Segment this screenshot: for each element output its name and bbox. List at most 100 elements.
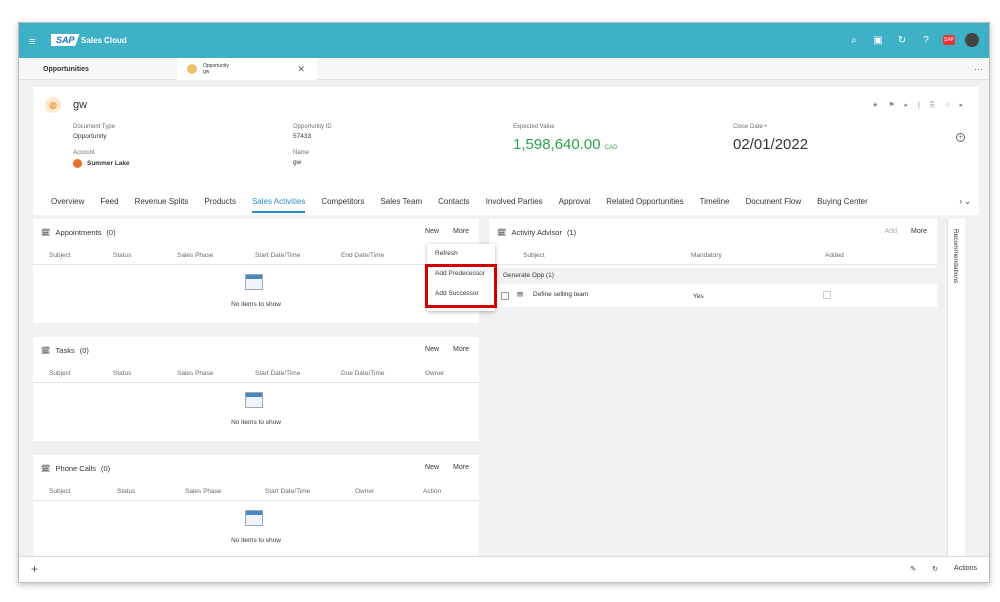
group-row[interactable]: Generate Opp (1)	[489, 268, 937, 284]
sap-logo: SAP	[51, 34, 80, 46]
account-field: Account Summer Lake	[73, 150, 130, 168]
tab-contacts[interactable]: Contacts	[438, 191, 470, 213]
col-status[interactable]: Status	[113, 252, 131, 259]
recommendations-panel[interactable]: Recommendations	[947, 219, 965, 559]
more-button[interactable]: More	[453, 464, 469, 471]
close-icon[interactable]: ✕	[297, 64, 305, 75]
col-subject[interactable]: Subject	[49, 488, 71, 495]
notification-icon[interactable]: SAP	[943, 35, 955, 45]
phone-icon: 🗓	[41, 464, 51, 473]
app-title: Sales Cloud	[81, 36, 127, 45]
more-button[interactable]: More	[453, 228, 469, 235]
section-tabs: Overview Feed Revenue Splits Products Sales …	[33, 191, 979, 213]
help-icon[interactable]: ?	[919, 33, 933, 47]
calendar-icon	[245, 392, 263, 408]
col-owner[interactable]: Owner	[355, 488, 374, 495]
add-icon[interactable]: +	[31, 562, 38, 576]
col-due[interactable]: Due Date/Time	[341, 370, 384, 377]
hamburger-icon[interactable]: ≡	[29, 36, 35, 48]
footer-bar: + ✎ ↻ Actions	[19, 556, 989, 582]
table-header: Subject Status Sales Phase Start Date/Ti…	[33, 247, 479, 265]
user-avatar[interactable]	[965, 33, 979, 47]
col-subject[interactable]: Subject	[49, 252, 71, 259]
col-status[interactable]: Status	[117, 488, 135, 495]
tab-buying-center[interactable]: Buying Center	[817, 191, 868, 213]
activity-advisor-card: 🗓 Activity Advisor (1) Add More Subject Man…	[489, 219, 937, 307]
actions-button[interactable]: Actions	[954, 565, 977, 573]
name-field: Name gw	[293, 150, 310, 166]
table-header: Subject Mandatory Added	[489, 247, 937, 265]
more-button[interactable]: More	[453, 346, 469, 353]
card-title: Activity Advisor	[511, 228, 562, 237]
more-tabs-icon[interactable]: ···	[974, 64, 983, 74]
col-added[interactable]: Added	[825, 252, 844, 259]
add-button[interactable]: Add	[885, 228, 897, 235]
chevron-icon[interactable]: › ⌄	[959, 191, 971, 213]
more-button[interactable]: More	[911, 228, 927, 235]
tab-overview[interactable]: Overview	[51, 191, 84, 213]
table-header: Subject Status Sales Phase Start Date/Ti…	[33, 365, 479, 383]
tab-approval[interactable]: Approval	[559, 191, 591, 213]
tab-competitors[interactable]: Competitors	[321, 191, 364, 213]
tab-revenue-splits[interactable]: Revenue Splits	[135, 191, 189, 213]
col-start[interactable]: Start Date/Time	[255, 370, 300, 377]
col-sales-phase[interactable]: Sales Phase	[177, 370, 214, 377]
new-button[interactable]: New	[425, 464, 439, 471]
tab-feed[interactable]: Feed	[100, 191, 118, 213]
tab-name: gw	[203, 69, 210, 75]
tasks-card: 🗓 Tasks (0) New More Subject Status Sales P…	[33, 337, 479, 441]
search-icon[interactable]: ⌕	[847, 33, 861, 47]
col-action[interactable]: Action	[423, 488, 441, 495]
doc-type-field: Document Type Opportunity	[73, 124, 115, 140]
appointments-card: 🗓 Appointments (0) New More Subject Status …	[33, 219, 479, 323]
table-row[interactable]: ▤ Define selling team Yes	[489, 285, 937, 307]
tab-sales-team[interactable]: Sales Team	[380, 191, 422, 213]
feed-icon[interactable]: ▣	[871, 33, 885, 47]
object-header: ◍ gw ★ ⚑ ▸ | ⎘ ○ ▸ Document Type Opportu…	[33, 87, 979, 215]
shell-bar: ≡ SAP Sales Cloud ⌕ ▣ ↻ ? SAP	[19, 23, 989, 58]
card-title: Phone Calls	[55, 464, 96, 473]
col-end[interactable]: End Date/Time	[341, 252, 384, 259]
tab-timeline[interactable]: Timeline	[700, 191, 730, 213]
opp-id-field: Opportunity ID 57433	[293, 124, 332, 140]
added-checkbox	[823, 291, 831, 299]
new-button[interactable]: New	[425, 228, 439, 235]
refresh-icon[interactable]: ↻	[932, 565, 938, 573]
empty-message: No items to show	[231, 537, 281, 544]
col-start[interactable]: Start Date/Time	[255, 252, 300, 259]
history-icon[interactable]: ↻	[895, 33, 909, 47]
col-mandatory[interactable]: Mandatory	[691, 252, 722, 259]
tab-opportunities[interactable]: Opportunities	[19, 58, 177, 80]
tab-opportunity-gw[interactable]: Opportunity gw ✕	[177, 58, 317, 80]
row-checkbox[interactable]	[501, 292, 509, 300]
col-start[interactable]: Start Date/Time	[265, 488, 310, 495]
menu-item-refresh[interactable]: Refresh	[427, 244, 495, 264]
col-sales-phase[interactable]: Sales Phase	[185, 488, 222, 495]
row-subject: Define selling team	[533, 291, 589, 298]
recommendations-label: Recommendations	[952, 229, 959, 284]
header-actions-icon[interactable]: ★ ⚑ ▸ | ⎘ ○ ▸	[872, 101, 967, 110]
col-sales-phase[interactable]: Sales Phase	[177, 252, 214, 259]
opportunity-icon: ◍	[45, 97, 61, 113]
calendar-icon	[245, 274, 263, 290]
edit-icon[interactable]: ✎	[910, 565, 916, 573]
col-status[interactable]: Status	[113, 370, 131, 377]
expected-value-field: Expected Value 1,598,640.00 CAD	[513, 124, 618, 153]
col-subject[interactable]: Subject	[49, 370, 71, 377]
tab-sales-activities[interactable]: Sales Activities	[251, 191, 306, 213]
new-button[interactable]: New	[425, 346, 439, 353]
tab-products[interactable]: Products	[204, 191, 236, 213]
account-link[interactable]: Summer Lake	[87, 160, 130, 167]
add-icon[interactable]: +	[956, 133, 965, 142]
calendar-icon: 🗓	[41, 228, 51, 237]
tab-related-opportunities[interactable]: Related Opportunities	[606, 191, 683, 213]
opportunity-icon	[187, 64, 197, 74]
tab-document-flow[interactable]: Document Flow	[746, 191, 802, 213]
calendar-icon	[245, 510, 263, 526]
tab-involved-parties[interactable]: Involved Parties	[486, 191, 543, 213]
close-date-field: Close Date • 02/01/2022	[733, 124, 809, 153]
col-owner[interactable]: Owner	[425, 370, 444, 377]
col-subject[interactable]: Subject	[523, 252, 545, 259]
card-count: (0)	[79, 346, 89, 355]
task-icon: ▤	[517, 291, 524, 298]
